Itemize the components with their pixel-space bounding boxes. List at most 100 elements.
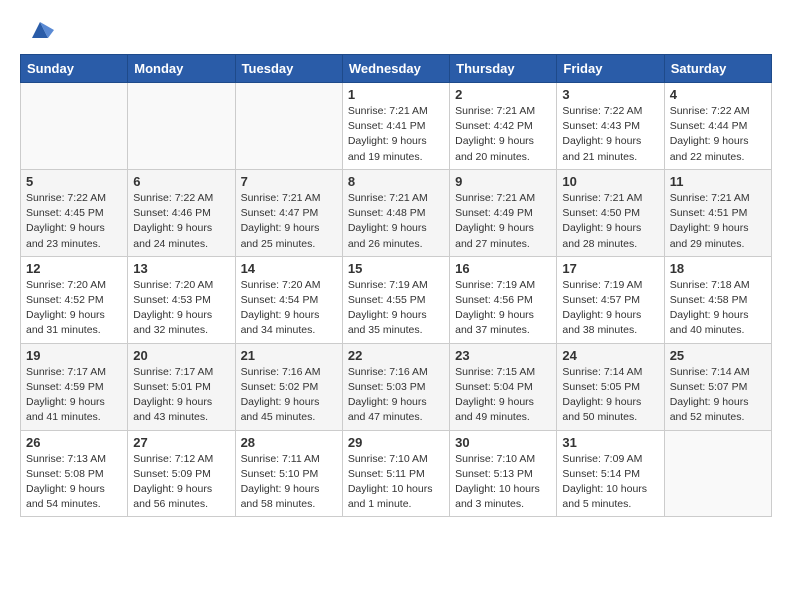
- day-number: 5: [26, 174, 122, 189]
- day-number: 7: [241, 174, 337, 189]
- day-number: 9: [455, 174, 551, 189]
- day-number: 24: [562, 348, 658, 363]
- calendar-cell: 14Sunrise: 7:20 AM Sunset: 4:54 PM Dayli…: [235, 256, 342, 343]
- calendar-cell: 6Sunrise: 7:22 AM Sunset: 4:46 PM Daylig…: [128, 169, 235, 256]
- calendar-week-row: 19 Sunrise: 7:17 AM Sunset: 4:59 PM Dayli…: [21, 343, 772, 430]
- calendar-cell: 27 Sunrise: 7:12 AM Sunset: 5:09 PM Dayli…: [128, 430, 235, 517]
- calendar-cell: 28Sunrise: 7:11 AM Sunset: 5:10 PM Dayli…: [235, 430, 342, 517]
- calendar-day-header: Saturday: [664, 55, 771, 83]
- calendar-cell: 2Sunrise: 7:21 AM Sunset: 4:42 PM Daylig…: [450, 83, 557, 170]
- logo-icon: [26, 16, 54, 44]
- day-number: 30: [455, 435, 551, 450]
- calendar-cell: [128, 83, 235, 170]
- calendar-day-header: Friday: [557, 55, 664, 83]
- cell-content: Sunrise: 7:15 AM Sunset: 5:04 PM Dayligh…: [455, 365, 551, 426]
- cell-content: Sunrise: 7:20 AM Sunset: 4:52 PM Dayligh…: [26, 278, 122, 339]
- calendar-week-row: 12 Sunrise: 7:20 AM Sunset: 4:52 PM Dayli…: [21, 256, 772, 343]
- cell-content: Sunrise: 7:17 AM Sunset: 4:59 PM Dayligh…: [26, 365, 122, 426]
- cell-content: Sunrise: 7:21 AM Sunset: 4:48 PM Dayligh…: [348, 191, 444, 252]
- calendar-cell: 12 Sunrise: 7:20 AM Sunset: 4:52 PM Dayli…: [21, 256, 128, 343]
- calendar-cell: 30 Sunrise: 7:10 AM Sunset: 5:13 PM Dayli…: [450, 430, 557, 517]
- day-number: 13: [133, 261, 229, 276]
- day-number: 16: [455, 261, 551, 276]
- calendar-cell: 22 Sunrise: 7:16 AM Sunset: 5:03 PM Dayli…: [342, 343, 449, 430]
- day-number: 10: [562, 174, 658, 189]
- calendar-cell: [235, 83, 342, 170]
- calendar-cell: 21 Sunrise: 7:16 AM Sunset: 5:02 PM Dayli…: [235, 343, 342, 430]
- day-number: 21: [241, 348, 337, 363]
- calendar-cell: 23 Sunrise: 7:15 AM Sunset: 5:04 PM Dayli…: [450, 343, 557, 430]
- calendar-cell: 16 Sunrise: 7:19 AM Sunset: 4:56 PM Dayli…: [450, 256, 557, 343]
- calendar-cell: 19 Sunrise: 7:17 AM Sunset: 4:59 PM Dayli…: [21, 343, 128, 430]
- calendar-cell: 7 Sunrise: 7:21 AM Sunset: 4:47 PM Daylig…: [235, 169, 342, 256]
- calendar-cell: 29 Sunrise: 7:10 AM Sunset: 5:11 PM Dayli…: [342, 430, 449, 517]
- calendar-cell: 18 Sunrise: 7:18 AM Sunset: 4:58 PM Dayli…: [664, 256, 771, 343]
- cell-content: Sunrise: 7:19 AM Sunset: 4:55 PM Dayligh…: [348, 278, 444, 339]
- calendar-day-header: Monday: [128, 55, 235, 83]
- day-number: 4: [670, 87, 766, 102]
- calendar-cell: 20 Sunrise: 7:17 AM Sunset: 5:01 PM Dayli…: [128, 343, 235, 430]
- calendar-cell: 8Sunrise: 7:21 AM Sunset: 4:48 PM Daylig…: [342, 169, 449, 256]
- cell-content: Sunrise: 7:22 AM Sunset: 4:43 PM Dayligh…: [562, 104, 658, 165]
- cell-content: Sunrise: 7:09 AM Sunset: 5:14 PM Dayligh…: [562, 452, 658, 513]
- calendar-cell: 31 Sunrise: 7:09 AM Sunset: 5:14 PM Dayli…: [557, 430, 664, 517]
- day-number: 2: [455, 87, 551, 102]
- header: [20, 16, 772, 44]
- calendar-cell: 26Sunrise: 7:13 AM Sunset: 5:08 PM Dayli…: [21, 430, 128, 517]
- cell-content: Sunrise: 7:16 AM Sunset: 5:03 PM Dayligh…: [348, 365, 444, 426]
- cell-content: Sunrise: 7:14 AM Sunset: 5:05 PM Dayligh…: [562, 365, 658, 426]
- day-number: 12: [26, 261, 122, 276]
- calendar-cell: 10 Sunrise: 7:21 AM Sunset: 4:50 PM Dayli…: [557, 169, 664, 256]
- cell-content: Sunrise: 7:14 AM Sunset: 5:07 PM Dayligh…: [670, 365, 766, 426]
- calendar-cell: [21, 83, 128, 170]
- day-number: 6: [133, 174, 229, 189]
- day-number: 14: [241, 261, 337, 276]
- calendar-cell: 11Sunrise: 7:21 AM Sunset: 4:51 PM Dayli…: [664, 169, 771, 256]
- day-number: 25: [670, 348, 766, 363]
- cell-content: Sunrise: 7:21 AM Sunset: 4:50 PM Dayligh…: [562, 191, 658, 252]
- calendar-cell: 9 Sunrise: 7:21 AM Sunset: 4:49 PM Daylig…: [450, 169, 557, 256]
- day-number: 27: [133, 435, 229, 450]
- cell-content: Sunrise: 7:19 AM Sunset: 4:56 PM Dayligh…: [455, 278, 551, 339]
- calendar-week-row: 1 Sunrise: 7:21 AM Sunset: 4:41 PM Daylig…: [21, 83, 772, 170]
- day-number: 18: [670, 261, 766, 276]
- day-number: 23: [455, 348, 551, 363]
- calendar-week-row: 5 Sunrise: 7:22 AM Sunset: 4:45 PM Daylig…: [21, 169, 772, 256]
- day-number: 1: [348, 87, 444, 102]
- day-number: 15: [348, 261, 444, 276]
- cell-content: Sunrise: 7:21 AM Sunset: 4:49 PM Dayligh…: [455, 191, 551, 252]
- calendar-cell: [664, 430, 771, 517]
- cell-content: Sunrise: 7:11 AM Sunset: 5:10 PM Dayligh…: [241, 452, 337, 513]
- day-number: 29: [348, 435, 444, 450]
- calendar-day-header: Wednesday: [342, 55, 449, 83]
- calendar-cell: 4 Sunrise: 7:22 AM Sunset: 4:44 PM Daylig…: [664, 83, 771, 170]
- calendar-cell: 3 Sunrise: 7:22 AM Sunset: 4:43 PM Daylig…: [557, 83, 664, 170]
- cell-content: Sunrise: 7:19 AM Sunset: 4:57 PM Dayligh…: [562, 278, 658, 339]
- calendar-day-header: Thursday: [450, 55, 557, 83]
- calendar-cell: 25 Sunrise: 7:14 AM Sunset: 5:07 PM Dayli…: [664, 343, 771, 430]
- cell-content: Sunrise: 7:21 AM Sunset: 4:41 PM Dayligh…: [348, 104, 444, 165]
- logo: [20, 16, 54, 44]
- cell-content: Sunrise: 7:22 AM Sunset: 4:44 PM Dayligh…: [670, 104, 766, 165]
- cell-content: Sunrise: 7:10 AM Sunset: 5:13 PM Dayligh…: [455, 452, 551, 513]
- cell-content: Sunrise: 7:18 AM Sunset: 4:58 PM Dayligh…: [670, 278, 766, 339]
- day-number: 22: [348, 348, 444, 363]
- cell-content: Sunrise: 7:22 AM Sunset: 4:45 PM Dayligh…: [26, 191, 122, 252]
- cell-content: Sunrise: 7:16 AM Sunset: 5:02 PM Dayligh…: [241, 365, 337, 426]
- calendar-cell: 13 Sunrise: 7:20 AM Sunset: 4:53 PM Dayli…: [128, 256, 235, 343]
- cell-content: Sunrise: 7:21 AM Sunset: 4:47 PM Dayligh…: [241, 191, 337, 252]
- calendar-table: SundayMondayTuesdayWednesdayThursdayFrid…: [20, 54, 772, 517]
- calendar-cell: 1 Sunrise: 7:21 AM Sunset: 4:41 PM Daylig…: [342, 83, 449, 170]
- day-number: 31: [562, 435, 658, 450]
- cell-content: Sunrise: 7:17 AM Sunset: 5:01 PM Dayligh…: [133, 365, 229, 426]
- calendar-week-row: 26Sunrise: 7:13 AM Sunset: 5:08 PM Dayli…: [21, 430, 772, 517]
- cell-content: Sunrise: 7:10 AM Sunset: 5:11 PM Dayligh…: [348, 452, 444, 513]
- calendar-cell: 5 Sunrise: 7:22 AM Sunset: 4:45 PM Daylig…: [21, 169, 128, 256]
- cell-content: Sunrise: 7:12 AM Sunset: 5:09 PM Dayligh…: [133, 452, 229, 513]
- page: SundayMondayTuesdayWednesdayThursdayFrid…: [0, 0, 792, 537]
- cell-content: Sunrise: 7:20 AM Sunset: 4:53 PM Dayligh…: [133, 278, 229, 339]
- day-number: 19: [26, 348, 122, 363]
- cell-content: Sunrise: 7:13 AM Sunset: 5:08 PM Dayligh…: [26, 452, 122, 513]
- day-number: 20: [133, 348, 229, 363]
- day-number: 3: [562, 87, 658, 102]
